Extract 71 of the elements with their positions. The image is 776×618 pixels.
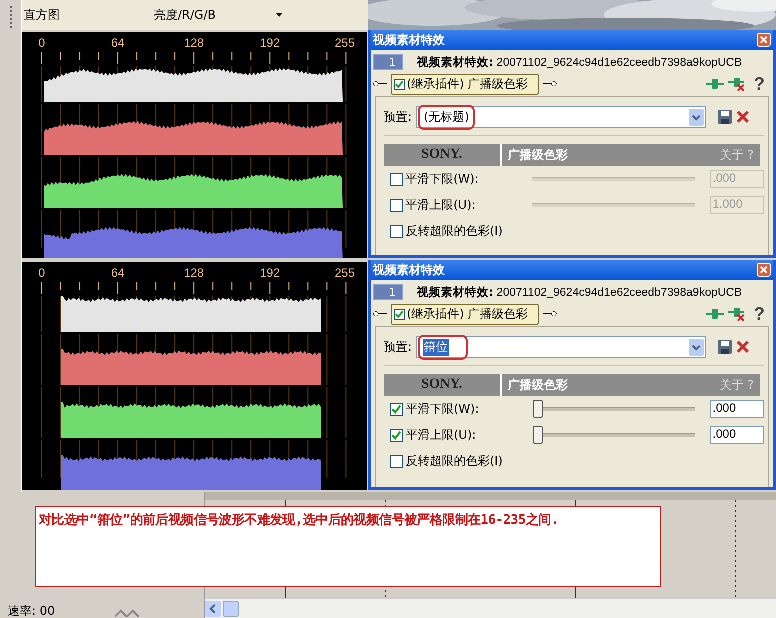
chain-node-icon	[373, 81, 387, 87]
plugin-label: (继承插件) 广播级色彩	[407, 76, 528, 92]
save-icon[interactable]	[718, 110, 732, 124]
value-field[interactable]: .000	[710, 400, 764, 418]
vendor-logo: SONY.	[384, 144, 502, 166]
channel-dropdown[interactable]: 亮度/R/G/B	[150, 4, 287, 26]
parameter-label: 平滑上限(U):	[406, 426, 478, 444]
slider-thumb[interactable]	[532, 426, 543, 444]
vendor-logo: SONY.	[384, 374, 502, 396]
chain-node-icon	[543, 311, 558, 317]
rate-label: 速率: 00	[8, 604, 56, 618]
checkbox[interactable]	[394, 78, 405, 90]
slider-thumb[interactable]	[532, 400, 543, 418]
preset-combo[interactable]: (无标题)	[416, 106, 706, 128]
window-title: 视频素材特效	[373, 262, 445, 278]
plug-icon[interactable]	[706, 308, 724, 320]
media-header: 视频素材特效: 20071102_9624c94d1e62ceedb7398a9kopUCB	[417, 54, 742, 70]
help-button[interactable]: ?	[750, 304, 769, 324]
parameter-label: 平滑上限(U):	[406, 196, 477, 214]
chain-node-icon	[543, 81, 558, 87]
checkbox[interactable]	[390, 172, 403, 186]
axis-label: 192	[260, 266, 280, 280]
effect-name: 广播级色彩	[507, 376, 569, 394]
axis-label: 0	[38, 36, 46, 50]
checkbox[interactable]	[390, 224, 403, 238]
checkbox[interactable]	[394, 308, 405, 320]
checkbox[interactable]	[390, 198, 403, 212]
plugin-button[interactable]: (继承插件) 广播级色彩	[391, 304, 540, 324]
axis-label: 255	[334, 36, 356, 50]
checkbox[interactable]	[390, 454, 403, 468]
parameter-label: 反转超限的色彩(I)	[406, 452, 504, 470]
remove-plug-icon[interactable]	[728, 77, 746, 91]
axis-label: 255	[334, 266, 356, 280]
help-button[interactable]: ?	[750, 74, 769, 94]
parameter-label: 平滑下限(W):	[406, 400, 480, 418]
plugin-button[interactable]: (继承插件) 广播级色彩	[391, 74, 540, 94]
chain-node-icon	[373, 311, 387, 317]
axis-label: 128	[184, 36, 204, 50]
parameter-label: 平滑下限(W):	[406, 170, 480, 188]
close-icon[interactable]	[757, 33, 771, 47]
value-field[interactable]: .000	[710, 426, 764, 444]
effect-name: 广播级色彩	[507, 146, 569, 164]
preset-value: 箝位	[423, 338, 450, 356]
axis-label: 64	[111, 36, 125, 50]
panel-title: 直方图	[24, 6, 60, 24]
scroll-left-icon[interactable]	[205, 600, 221, 616]
scrollbar-thumb[interactable]	[223, 600, 239, 616]
media-header: 视频素材特效: 20071102_9624c94d1e62ceedb7398a9kopUCB	[417, 284, 742, 300]
preset-combo[interactable]: 箝位	[416, 336, 706, 358]
preset-value: (无标题)	[423, 108, 470, 126]
plug-icon[interactable]	[706, 78, 724, 90]
slot-button[interactable]: 1	[373, 284, 403, 300]
save-icon[interactable]	[718, 340, 732, 354]
checkbox[interactable]	[390, 428, 403, 442]
axis-label: 0	[38, 266, 46, 280]
axis-label: 128	[184, 266, 204, 280]
close-icon[interactable]	[757, 263, 771, 277]
dropdown-arrow-icon	[276, 13, 283, 17]
delete-icon[interactable]	[736, 110, 750, 124]
parameter-label: 反转超限的色彩(I)	[406, 222, 504, 240]
slot-button[interactable]: 1	[373, 54, 403, 70]
axis-label: 192	[260, 36, 280, 50]
plugin-label: (继承插件) 广播级色彩	[407, 306, 528, 322]
annotation-text: 对比选中“箝位”的前后视频信号波形不难发现,选中后的视频信号被严格限制在16-235之间.	[39, 513, 559, 528]
axis-label: 64	[111, 266, 125, 280]
preset-label: 预置:	[384, 108, 412, 126]
window-title: 视频素材特效	[373, 32, 445, 48]
delete-icon[interactable]	[736, 340, 750, 354]
remove-plug-icon[interactable]	[728, 307, 746, 321]
preset-label: 预置:	[384, 338, 412, 356]
checkbox[interactable]	[390, 402, 403, 416]
